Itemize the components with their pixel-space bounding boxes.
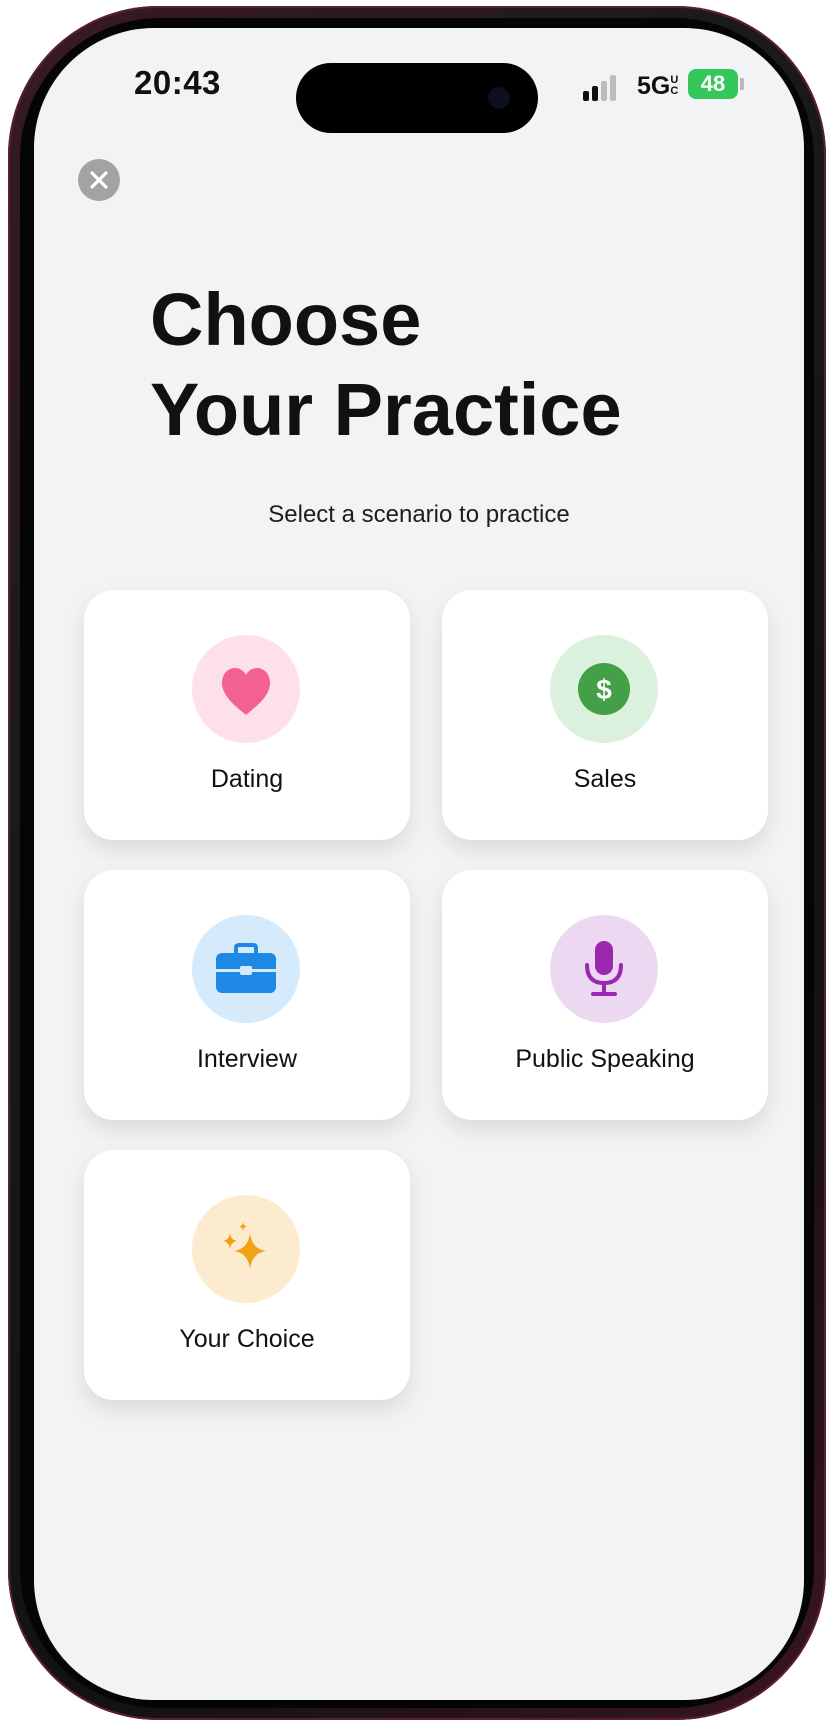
heart-icon-badge: [192, 635, 300, 743]
status-time: 20:43: [134, 64, 221, 101]
scenario-card-interview[interactable]: Interview: [84, 870, 410, 1120]
dynamic-island: [296, 63, 538, 133]
scenario-card-your-choice[interactable]: Your Choice: [84, 1150, 410, 1400]
phone-frame: 20:43 5GUC 48 Choose Your Practice Selec…: [8, 6, 826, 1720]
battery-level: 48: [700, 71, 726, 96]
front-camera-icon: [488, 87, 510, 109]
scenario-card-dating[interactable]: Dating: [84, 590, 410, 840]
scenario-label: Public Speaking: [515, 1045, 695, 1073]
heart-icon: [222, 668, 270, 715]
sparkles-icon: [223, 1222, 266, 1269]
network-suffix: UC: [670, 74, 679, 97]
scenario-card-sales[interactable]: $ Sales: [442, 590, 768, 840]
page-subtitle: Select a scenario to practice: [268, 501, 570, 528]
scenario-label: Interview: [196, 1045, 298, 1073]
dollar-icon: $: [578, 663, 630, 715]
page-title-line-1: Choose: [150, 278, 422, 361]
scenario-card-public-speaking[interactable]: Public Speaking: [442, 870, 768, 1120]
network-type: 5GUC: [637, 72, 681, 101]
scenario-label: Sales: [573, 765, 637, 793]
briefcase-icon: [216, 943, 276, 993]
svg-text:$: $: [596, 674, 612, 705]
microphone-icon-badge: [550, 915, 658, 1023]
sparkles-icon-badge: [192, 1195, 300, 1303]
cellular-signal-icon: [583, 75, 623, 101]
battery-tip: [740, 78, 744, 90]
briefcase-icon-badge: [192, 915, 300, 1023]
close-button[interactable]: [78, 159, 120, 201]
dollar-icon-badge: $: [550, 635, 658, 743]
page-title-line-2: Your Practice: [150, 368, 622, 451]
scenario-label: Dating: [210, 765, 284, 793]
scenario-label: Your Choice: [179, 1325, 315, 1353]
battery-indicator: 48: [688, 69, 738, 99]
app-screen: 20:43 5GUC 48 Choose Your Practice Selec…: [34, 28, 804, 1700]
close-icon: [90, 171, 108, 189]
microphone-icon: [585, 941, 623, 996]
